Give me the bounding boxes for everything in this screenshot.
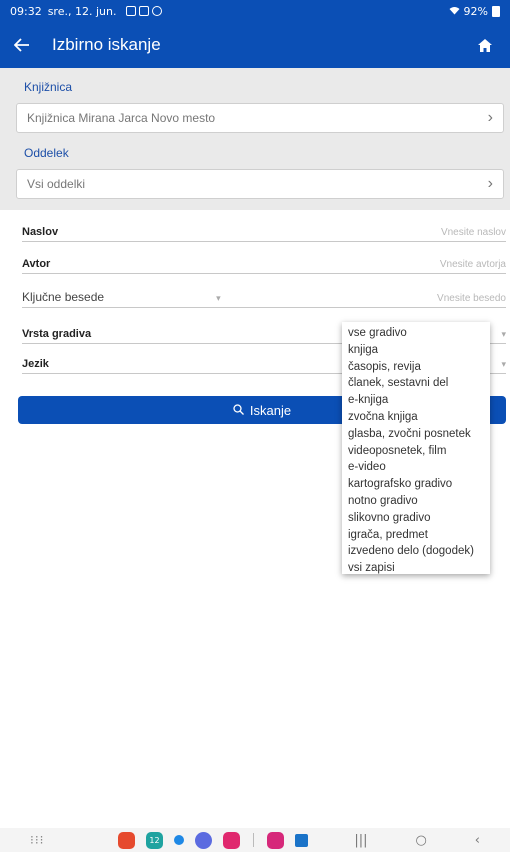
keep-icon[interactable]	[118, 831, 135, 849]
status-time: 09:32	[10, 4, 42, 18]
chevron-right-icon: ›	[487, 175, 493, 192]
dropdown-option[interactable]: zvočna knjiga	[342, 409, 490, 426]
dropdown-option[interactable]: časopis, revija	[342, 359, 490, 376]
home-nav-icon[interactable]: ○	[415, 833, 426, 848]
department-select[interactable]: Vsi oddelki ›	[16, 169, 504, 199]
mail-notification-icon	[139, 6, 150, 16]
material-type-label: Vrsta gradiva	[22, 328, 92, 340]
taskbar-divider	[253, 833, 254, 847]
library-label: Knjižnica	[24, 80, 73, 94]
dropdown-option[interactable]: slikovno gradivo	[342, 510, 490, 527]
dropdown-option[interactable]: članek, sestavni del	[342, 375, 490, 392]
caret-down-icon: ▾	[501, 329, 506, 339]
department-value: Vsi oddelki	[27, 177, 86, 191]
department-label: Oddelek	[24, 146, 69, 160]
dropdown-option[interactable]: igrača, predmet	[342, 527, 490, 544]
system-nav-bar: ⁝⁝⁝ 12 ||| ○ ‹	[0, 828, 510, 852]
search-icon	[233, 403, 244, 418]
dropdown-option[interactable]: kartografsko gradivo	[342, 476, 490, 493]
dropdown-option[interactable]: vsi zapisi	[342, 560, 490, 577]
screen-recorder-icon[interactable]	[223, 831, 240, 849]
calendar-icon[interactable]: 12	[146, 831, 163, 849]
dropdown-option[interactable]: videoposnetek, film	[342, 443, 490, 460]
wifi-icon	[449, 5, 460, 18]
back-nav-icon[interactable]: ‹	[475, 833, 480, 848]
battery-level: 92%	[463, 4, 488, 18]
bixby-icon[interactable]	[267, 831, 284, 849]
library-value: Knjižnica Mirana Jarca Novo mesto	[27, 111, 216, 125]
material-type-dropdown: vse gradivo knjiga časopis, revija člane…	[342, 322, 490, 574]
caret-down-icon: ▾	[216, 293, 221, 303]
title-label: Naslov	[22, 226, 59, 238]
taskbar-apps: 12	[118, 831, 308, 849]
dropdown-option[interactable]: knjiga	[342, 342, 490, 359]
title-field[interactable]: Naslov Vnesite naslov	[22, 222, 506, 242]
app-drawer-icon[interactable]: ⁝⁝⁝	[30, 833, 70, 847]
chat-icon[interactable]	[174, 835, 184, 845]
recent-apps-icon[interactable]: |||	[354, 833, 367, 848]
status-bar: 09:32 sre., 12. jun. 92%	[0, 0, 510, 22]
library-select[interactable]: Knjižnica Mirana Jarca Novo mesto ›	[16, 103, 504, 133]
app-bar: Izbirno iskanje	[0, 22, 510, 68]
dropdown-option[interactable]: vse gradivo	[342, 325, 490, 342]
system-buttons: ||| ○ ‹	[354, 833, 480, 848]
author-label: Avtor	[22, 258, 51, 270]
caret-down-icon: ▾	[501, 359, 506, 369]
keywords-field[interactable]: Ključne besede ▾ Vnesite besedo	[22, 288, 506, 308]
chevron-right-icon: ›	[487, 109, 493, 126]
messages-icon[interactable]	[195, 831, 212, 849]
page-title: Izbirno iskanje	[52, 35, 161, 54]
search-button-label: Iskanje	[249, 402, 292, 418]
dropdown-option[interactable]: izvedeno delo (dogodek)	[342, 543, 490, 560]
back-arrow-icon[interactable]	[13, 33, 38, 57]
dropdown-option[interactable]: glasba, zvočni posnetek	[342, 426, 490, 443]
status-date: sre., 12. jun.	[47, 4, 117, 18]
status-left: 09:32 sre., 12. jun.	[10, 4, 163, 18]
battery-icon	[492, 5, 500, 17]
author-field[interactable]: Avtor Vnesite avtorja	[22, 254, 506, 274]
keywords-select[interactable]: Ključne besede	[22, 290, 104, 304]
notification-icons	[126, 6, 163, 16]
dropdown-option[interactable]: notno gradivo	[342, 493, 490, 510]
dropdown-option[interactable]: e-knjiga	[342, 392, 490, 409]
keywords-placeholder: Vnesite besedo	[437, 293, 506, 304]
outlook-icon[interactable]	[295, 833, 308, 847]
dropdown-option[interactable]: e-video	[342, 459, 490, 476]
title-placeholder: Vnesite naslov	[440, 227, 506, 238]
home-icon[interactable]	[474, 34, 496, 56]
status-right: 92%	[449, 5, 500, 18]
author-placeholder: Vnesite avtorja	[439, 259, 506, 270]
language-label: Jezik	[22, 358, 49, 370]
sync-notification-icon	[152, 6, 163, 16]
gallery-notification-icon	[126, 6, 137, 16]
